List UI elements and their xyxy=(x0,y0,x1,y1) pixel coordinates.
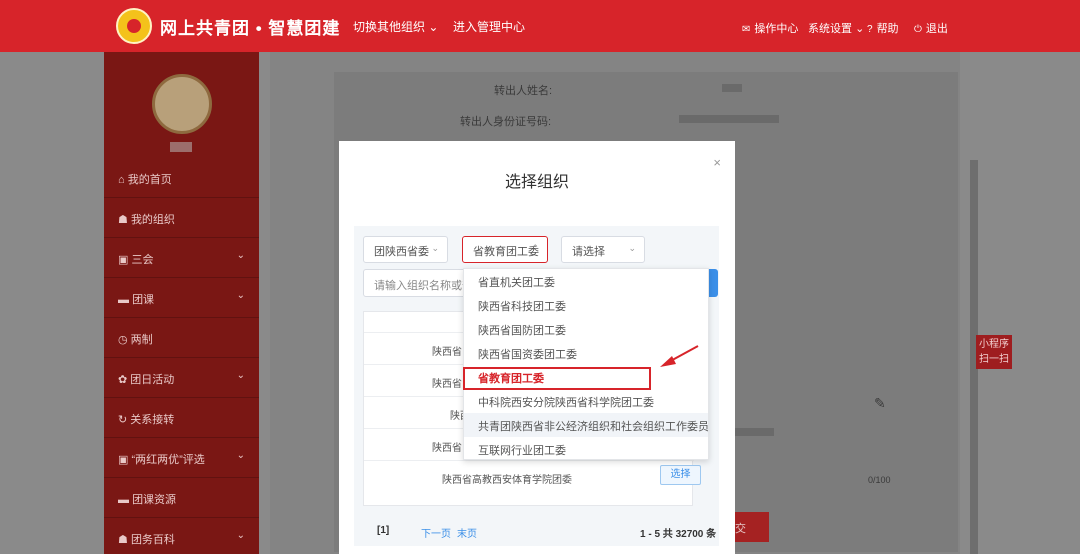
qr-tag-label: 小程序 扫一扫 xyxy=(979,339,1009,365)
table-cell: 陕西省高教西安体育学院团委 xyxy=(442,475,572,486)
dropdown-option[interactable]: 陕西省科技团工委 xyxy=(464,293,708,317)
sidebar-item-evaluation[interactable]: ▣ “两红两优”评选 ⌄ xyxy=(104,438,259,478)
manage-center-link[interactable]: 进入管理中心 xyxy=(453,18,525,35)
page-summary: 1 - 5 共 32700 条 xyxy=(640,529,717,540)
chevron-down-icon: ⌄ xyxy=(236,370,245,381)
id-label: 转出人身份证号码: xyxy=(460,116,552,128)
sidebar-item-label: 三会 xyxy=(131,254,154,266)
sidebar-item-label: 团务百科 xyxy=(130,534,175,546)
table-row: 陕西省高教西安体育学院团委 xyxy=(364,460,694,492)
sidebar-item-label: 团日活动 xyxy=(130,374,175,386)
sidebar-item-sanhui[interactable]: ▣ 三会 ⌄ xyxy=(104,238,259,278)
logout-link[interactable]: ⏻ 退出 xyxy=(914,20,948,36)
avatar xyxy=(152,74,212,134)
chevron-down-icon: ⌄ xyxy=(236,450,245,461)
third-select-value: 请选择 xyxy=(572,246,605,258)
mini-program-tag[interactable]: 小程序 扫一扫 xyxy=(976,335,1012,369)
sidebar-item-tuanri[interactable]: ✿ 团日活动 ⌄ xyxy=(104,358,259,398)
clock-icon: ◷ xyxy=(118,334,128,346)
system-settings-label: 系统设置 xyxy=(808,23,852,35)
square-icon: ▣ xyxy=(118,454,129,466)
sidebar-item-label: 关系接转 xyxy=(130,414,175,426)
edit-icon[interactable]: ✎ xyxy=(874,395,886,412)
system-select[interactable]: 省教育团工委 ⌃ xyxy=(462,236,548,263)
chevron-down-icon: ⌄ xyxy=(628,243,636,253)
help-label: 帮助 xyxy=(876,23,899,35)
search-placeholder: 请输入组织名称或部 xyxy=(374,280,473,292)
sidebar-item-transfer[interactable]: ↻ 关系接转 xyxy=(104,398,259,438)
chevron-down-icon: ⌄ xyxy=(428,20,439,34)
help-link[interactable]: ? 帮助 xyxy=(867,20,899,36)
chevron-down-icon: ⌄ xyxy=(431,243,439,253)
sidebar-item-label: 我的组织 xyxy=(130,214,175,226)
switch-org-label: 切换其他组织 xyxy=(353,20,426,34)
chevron-down-icon: ⌄ xyxy=(236,530,245,541)
gear-icon: ✿ xyxy=(118,374,128,386)
table-cell: 陕西省 xyxy=(432,443,462,454)
square-icon: ▣ xyxy=(118,254,129,266)
close-icon[interactable]: × xyxy=(713,155,721,170)
sidebar-item-tuanke[interactable]: ▬ 团课 ⌄ xyxy=(104,278,259,318)
sidebar-item-resources[interactable]: ▬ 团课资源 xyxy=(104,478,259,518)
name-value xyxy=(722,84,742,92)
table-cell: 陕西省 xyxy=(432,379,462,390)
system-select-value: 省教育团工委 xyxy=(473,246,539,258)
select-button[interactable]: 选择 xyxy=(660,465,701,485)
refresh-icon: ↻ xyxy=(118,414,128,426)
top-bar: 网上共青团 • 智慧团建 切换其他组织 ⌄ 进入管理中心 ✉ 操作中心 系统设置 … xyxy=(0,0,1080,52)
modal-title: 选择组织 xyxy=(504,174,569,191)
char-counter: 0/100 xyxy=(868,475,891,485)
sidebar: ⌂ 我的首页 ☗ 我的组织 ▣ 三会 ⌄ ▬ 团课 ⌄ ◷ 两制 ✿ 团日活动 ⌄ ↻… xyxy=(104,52,259,554)
logout-label: 退出 xyxy=(925,23,948,35)
user-name xyxy=(170,142,192,152)
sidebar-item-label: 团课资源 xyxy=(132,494,177,506)
system-settings-menu[interactable]: 系统设置 ⌄ xyxy=(808,20,864,36)
id-value xyxy=(679,115,779,123)
chevron-up-icon: ⌃ xyxy=(531,243,539,253)
sidebar-item-label: “两红两优”评选 xyxy=(131,454,205,466)
chevron-down-icon: ⌄ xyxy=(855,23,865,35)
highlight-box xyxy=(463,367,651,390)
home-icon: ⌂ xyxy=(118,174,125,186)
dropdown-option[interactable]: 互联网行业团工委 xyxy=(464,437,708,461)
group-icon: ☗ xyxy=(118,214,128,226)
chevron-down-icon: ⌄ xyxy=(236,250,245,261)
sidebar-item-label: 两制 xyxy=(130,334,153,346)
third-select[interactable]: 请选择 ⌄ xyxy=(561,236,645,263)
dropdown-option[interactable]: 中科院西安分院陕西省科学院团工委 xyxy=(464,389,708,413)
province-select-value: 团陕西省委 xyxy=(374,246,429,258)
operation-center-link[interactable]: ✉ 操作中心 xyxy=(742,20,798,36)
question-icon: ? xyxy=(867,24,873,35)
dropdown-option[interactable]: 陕西省国资委团工委 xyxy=(464,341,708,365)
sidebar-item-my-org[interactable]: ☗ 我的组织 xyxy=(104,198,259,238)
operation-center-label: 操作中心 xyxy=(754,23,799,35)
folder-icon: ▬ xyxy=(118,494,129,506)
folder-icon: ▬ xyxy=(118,294,129,306)
system-dropdown: 省直机关团工委 陕西省科技团工委 陕西省国防团工委 陕西省国资委团工委 省教育团… xyxy=(463,268,709,460)
mail-icon: ✉ xyxy=(742,24,751,35)
dropdown-option[interactable]: 陕西省国防团工委 xyxy=(464,317,708,341)
table-cell: 陕西省 xyxy=(432,347,462,358)
sidebar-item-label: 团课 xyxy=(132,294,155,306)
page-current[interactable]: [1] xyxy=(377,525,389,536)
chevron-down-icon: ⌄ xyxy=(236,290,245,301)
sidebar-item-home[interactable]: ⌂ 我的首页 xyxy=(104,158,259,198)
province-select[interactable]: 团陕西省委 ⌄ xyxy=(363,236,448,263)
sidebar-item-liangzhi[interactable]: ◷ 两制 xyxy=(104,318,259,358)
league-logo-icon xyxy=(116,8,152,44)
submit-button[interactable]: 交 xyxy=(735,512,769,542)
group-icon: ☗ xyxy=(118,534,128,546)
dropdown-option[interactable]: 省直机关团工委 xyxy=(464,269,708,293)
name-label: 转出人姓名: xyxy=(494,85,553,97)
power-icon: ⏻ xyxy=(914,24,922,35)
switch-org-menu[interactable]: 切换其他组织 ⌄ xyxy=(353,18,438,35)
last-page-link[interactable]: 末页 xyxy=(457,525,477,540)
brand-title: 网上共青团 • 智慧团建 xyxy=(160,19,341,38)
dropdown-option[interactable]: 共青团陕西省非公经济组织和社会组织工作委员会 xyxy=(464,413,708,437)
next-page-link[interactable]: 下一页 xyxy=(421,525,451,540)
sidebar-item-wiki[interactable]: ☗ 团务百科 ⌄ xyxy=(104,518,259,554)
sidebar-item-label: 我的首页 xyxy=(127,174,172,186)
